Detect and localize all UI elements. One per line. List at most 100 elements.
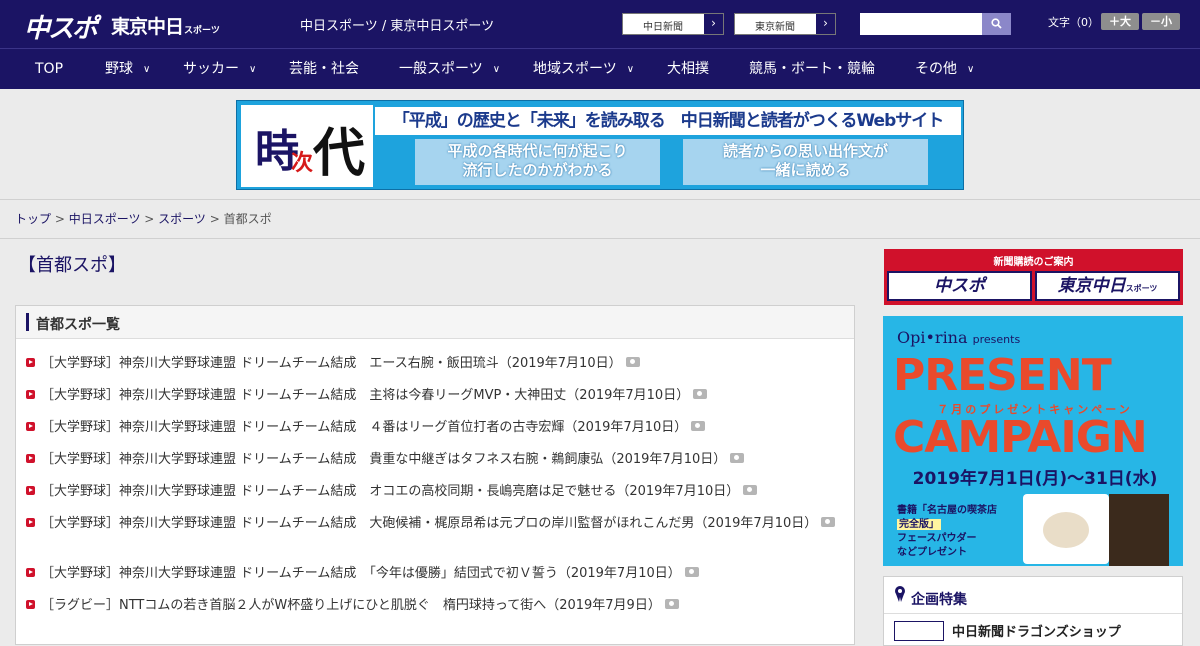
article-list: 首都スポ一覧 ［大学野球］神奈川大学野球連盟 ドリームチーム結成 エース右腕・飯… (15, 305, 855, 645)
list-item[interactable]: ［大学野球］神奈川大学野球連盟 ドリームチーム結成 貴重な中継ぎはタフネス右腕・… (26, 451, 846, 469)
nav-item-racing[interactable]: 競馬・ボート・競輪 (749, 49, 875, 90)
font-size-decrease-button[interactable]: －小 (1142, 13, 1180, 30)
nav-item-soccer[interactable]: サッカー ∨ (183, 49, 256, 90)
nav-label: 一般スポーツ (399, 61, 483, 77)
list-item-link[interactable]: ［ラグビー］NTTコムの若き首脳２人がW杯盛り上げにひと肌脱ぐ 楕円球持って街へ… (41, 598, 661, 613)
banner-kanji-tsugi: 次 (291, 150, 314, 176)
feature-title: 企画特集 (911, 592, 967, 608)
tokyo-link-label: 東京新聞 (755, 22, 795, 33)
breadcrumb-chunichi-sports[interactable]: 中日スポーツ (69, 212, 141, 226)
nav-item-other[interactable]: その他 ∨ (915, 49, 974, 90)
list-item-link[interactable]: ［大学野球］神奈川大学野球連盟 ドリームチーム結成 「今年は優勝」結団式で初Ｖ誓… (41, 566, 681, 581)
opirina-logo: Opi•rina presents (897, 328, 1020, 347)
list-item[interactable]: ［大学野球］神奈川大学野球連盟 ドリームチーム結成 「今年は優勝」結団式で初Ｖ誓… (26, 565, 846, 583)
chevron-down-icon: ∨ (967, 64, 975, 75)
article-list-heading: 首都スポ一覧 (36, 317, 120, 333)
list-item[interactable]: ［大学野球］神奈川大学野球連盟 ドリームチーム結成 主将は今春リーグMVP・大神… (26, 387, 846, 405)
prize-line: などプレゼント (897, 547, 967, 558)
nav-label: 大相撲 (667, 61, 709, 77)
bullet-arrow-icon (26, 390, 35, 399)
list-item[interactable]: ［大学野球］神奈川大学野球連盟 ドリームチーム結成 エース右腕・飯田琉斗（201… (26, 355, 846, 373)
feature-item-link[interactable]: 中日新聞ドラゴンズショップ (952, 621, 1121, 640)
nav-item-entertainment[interactable]: 芸能・社会 (289, 49, 359, 90)
list-item[interactable]: ［大学野球］神奈川大学野球連盟 ドリームチーム結成 ４番はリーグ首位打者の古寺宏… (26, 419, 846, 437)
nav-item-sumo[interactable]: 大相撲 (667, 49, 709, 90)
campaign-dates: 2019年7月1日(月)〜31日(水) (912, 469, 1158, 489)
feature-thumbnail[interactable] (894, 621, 944, 641)
prize-line: 完全版」 (897, 519, 941, 530)
present-heading: PRESENT (893, 350, 1112, 401)
breadcrumb-sports[interactable]: スポーツ (158, 212, 206, 226)
page-title: 【首都スポ】 (18, 255, 126, 276)
subscribe-tokyo-chunichi-button[interactable]: 東京中日スポーツ (1035, 271, 1180, 301)
list-item-link[interactable]: ［大学野球］神奈川大学野球連盟 ドリームチーム結成 ４番はリーグ首位打者の古寺宏… (41, 420, 687, 435)
banner-sub-left: 平成の各時代に何が起こり 流行したのかがわかる (415, 139, 660, 185)
banner-headline: 「平成」の歴史と「未来」を読み取る 中日新聞と読者がつくるWebサイト (375, 107, 961, 135)
camera-icon (730, 453, 745, 463)
nav-item-top[interactable]: TOP (35, 49, 63, 90)
list-item[interactable]: ［大学野球］神奈川大学野球連盟 ドリームチーム結成 オコエの高校同期・長嶋亮磨は… (26, 483, 846, 501)
search-icon (991, 18, 1002, 29)
banner-logo: 時 次 代 (241, 105, 373, 187)
bullet-arrow-icon (26, 454, 35, 463)
chuspo-logo[interactable]: 中スポ (24, 8, 98, 45)
camera-icon (691, 421, 706, 431)
breadcrumb-current: 首都スポ (223, 212, 272, 226)
banner-kanji-dai: 代 (313, 123, 366, 184)
subscription-info-box: 新聞購読のご案内 中スポ 東京中日スポーツ (884, 249, 1183, 305)
nav-item-regional-sports[interactable]: 地域スポーツ ∨ (533, 49, 634, 90)
nav-label: 競馬・ボート・競輪 (749, 61, 875, 77)
subscribe-tokyo-label: 東京中日 (1057, 276, 1126, 296)
bullet-arrow-icon (26, 358, 35, 367)
search-input[interactable] (860, 13, 982, 35)
tokyo-chunichi-logo[interactable]: 東京中日スポーツ (111, 12, 220, 39)
tokyo-shimbun-link[interactable]: 東京新聞 › (734, 13, 836, 35)
nav-label: その他 (915, 61, 957, 77)
camera-icon (693, 389, 708, 399)
nav-item-general-sports[interactable]: 一般スポーツ ∨ (399, 49, 500, 90)
bullet-arrow-icon (26, 600, 35, 609)
prize-line: 書籍「名古屋の喫茶店 (897, 505, 997, 516)
list-item[interactable]: ［大学野球］神奈川大学野球連盟 ドリームチーム結成 大砲候補・梶原昂希は元プロの… (26, 515, 846, 533)
breadcrumb-separator: > (140, 212, 159, 226)
brand-name: Opi•rina (897, 328, 968, 347)
banner-sub-right: 読者からの思い出作文が 一緒に読める (683, 139, 928, 185)
camera-icon (821, 517, 836, 527)
campaign-prize-text: 書籍「名古屋の喫茶店 完全版」 フェースパウダー などプレゼント (897, 504, 997, 560)
list-item-link[interactable]: ［大学野球］神奈川大学野球連盟 ドリームチーム結成 貴重な中継ぎはタフネス右腕・… (41, 452, 726, 467)
feature-section: 企画特集 中日新聞ドラゴンズショップ (883, 576, 1183, 646)
ribbon-icon (895, 586, 905, 602)
banner-sub-left-line2: 流行したのかがわかる (462, 161, 613, 179)
list-item-link[interactable]: ［大学野球］神奈川大学野球連盟 ドリームチーム結成 大砲候補・梶原昂希は元プロの… (41, 516, 817, 531)
chunichi-link-label: 中日新聞 (643, 22, 683, 33)
nav-item-baseball[interactable]: 野球 ∨ (105, 49, 150, 90)
bullet-arrow-icon (26, 422, 35, 431)
subscribe-tokyo-sub: スポーツ (1125, 284, 1158, 293)
article-list-header: 首都スポ一覧 (16, 306, 854, 339)
breadcrumb-home[interactable]: トップ (15, 212, 51, 226)
jidai-banner-ad[interactable]: 時 次 代 「平成」の歴史と「未来」を読み取る 中日新聞と読者がつくるWebサイ… (236, 100, 964, 190)
list-item-link[interactable]: ［大学野球］神奈川大学野球連盟 ドリームチーム結成 主将は今春リーグMVP・大神… (41, 388, 689, 403)
list-item-link[interactable]: ［大学野球］神奈川大学野球連盟 ドリームチーム結成 オコエの高校同期・長嶋亮磨は… (41, 484, 739, 499)
camera-icon (743, 485, 758, 495)
chunichi-shimbun-link[interactable]: 中日新聞 › (622, 13, 724, 35)
subscription-title: 新聞購読のご案内 (993, 257, 1074, 268)
present-campaign-ad[interactable]: Opi•rina presents PRESENT ７月のプレゼントキャンペーン… (883, 316, 1183, 566)
search-button[interactable] (982, 13, 1011, 35)
font-size-increase-button[interactable]: ＋大 (1101, 13, 1139, 30)
camera-icon (684, 567, 699, 577)
list-item-link[interactable]: ［大学野球］神奈川大学野球連盟 ドリームチーム結成 エース右腕・飯田琉斗（201… (41, 356, 622, 371)
bullet-arrow-icon (26, 486, 35, 495)
divider (884, 613, 1182, 614)
list-item[interactable]: ［ラグビー］NTTコムの若き首脳２人がW杯盛り上げにひと肌脱ぐ 楕円球持って街へ… (26, 597, 846, 615)
camera-icon (625, 357, 640, 367)
banner-sub-right-line1: 読者からの思い出作文が (722, 142, 888, 160)
breadcrumb-separator: > (51, 212, 69, 226)
nav-label: 地域スポーツ (533, 61, 617, 77)
chevron-down-icon: ∨ (143, 64, 151, 75)
chevron-down-icon: ∨ (492, 64, 501, 75)
font-size-label: 文字（0） (1048, 16, 1099, 29)
subscribe-chuspo-button[interactable]: 中スポ (887, 271, 1032, 301)
site-name: 中日スポーツ / 東京中日スポーツ (300, 19, 495, 34)
banner-area: 時 次 代 「平成」の歴史と「未来」を読み取る 中日新聞と読者がつくるWebサイ… (0, 89, 1200, 200)
